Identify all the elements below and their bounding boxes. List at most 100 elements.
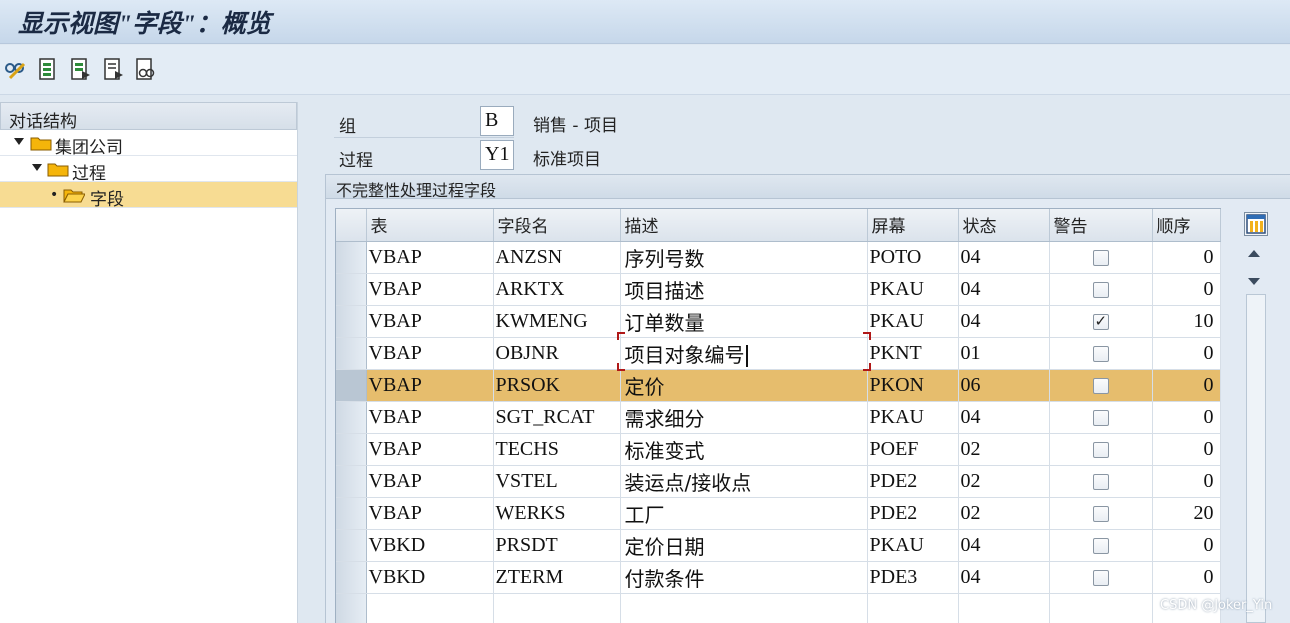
cell-description[interactable]: 装运点/接收点 <box>620 465 868 498</box>
cell-description[interactable]: 项目对象编号 <box>620 337 868 370</box>
cell-description[interactable]: 定价日期 <box>620 529 868 562</box>
cell-table[interactable]: VBAP <box>366 305 494 338</box>
cell-description[interactable]: 标准变式 <box>620 433 868 466</box>
warning-checkbox[interactable] <box>1092 345 1109 362</box>
cell-sequence[interactable]: 0 <box>1152 433 1221 466</box>
row-selector[interactable] <box>336 529 367 562</box>
cell-table[interactable]: VBAP <box>366 369 494 402</box>
row-selector[interactable] <box>336 433 367 466</box>
cell-table[interactable]: VBAP <box>366 401 494 434</box>
row-selector[interactable] <box>336 369 367 402</box>
cell-field-name[interactable]: ZTERM <box>493 561 621 594</box>
cell-status[interactable]: 02 <box>958 433 1050 466</box>
cell-field-name[interactable]: ARKTX <box>493 273 621 306</box>
warning-checkbox[interactable] <box>1092 377 1109 394</box>
glasses-pencil-icon[interactable] <box>4 57 26 81</box>
cell-status[interactable]: 01 <box>958 337 1050 370</box>
cell-sequence[interactable]: 20 <box>1152 497 1221 530</box>
warning-checkbox[interactable] <box>1092 473 1109 490</box>
document-search-icon[interactable] <box>134 57 156 81</box>
row-selector[interactable] <box>336 465 367 498</box>
cell-field-name[interactable]: KWMENG <box>493 305 621 338</box>
empty-table-row[interactable] <box>336 593 1221 623</box>
cell-status[interactable]: 04 <box>958 273 1050 306</box>
cell-screen[interactable]: POTO <box>867 241 959 274</box>
document-list-icon[interactable] <box>102 57 124 81</box>
cell-field-name[interactable]: OBJNR <box>493 337 621 370</box>
cell-table[interactable]: VBKD <box>366 529 494 562</box>
scroll-up-icon[interactable] <box>1248 250 1260 257</box>
cell-field-name[interactable]: VSTEL <box>493 465 621 498</box>
table-row[interactable]: VBKD ZTERM 付款条件 PDE3 04 0 <box>336 561 1221 594</box>
column-header-screen[interactable]: 屏幕 <box>867 209 959 242</box>
tree-item-procedure[interactable]: 过程 <box>0 156 297 184</box>
expand-arrow-icon[interactable] <box>14 138 24 145</box>
cell-status[interactable]: 04 <box>958 241 1050 274</box>
vertical-scrollbar[interactable] <box>1246 294 1266 623</box>
cell-description[interactable]: 订单数量 <box>620 305 868 338</box>
tree-item-group-company[interactable]: 集团公司 <box>0 130 297 158</box>
cell-status[interactable]: 02 <box>958 465 1050 498</box>
row-selector[interactable] <box>336 305 367 338</box>
cell-field-name[interactable]: SGT_RCAT <box>493 401 621 434</box>
column-settings-button[interactable] <box>1244 212 1268 236</box>
row-selector[interactable] <box>336 497 367 530</box>
table-row[interactable]: VBAP ANZSN 序列号数 POTO 04 0 <box>336 241 1221 274</box>
warning-checkbox[interactable] <box>1092 441 1109 458</box>
cell-sequence[interactable]: 0 <box>1152 561 1221 594</box>
cell-status[interactable]: 04 <box>958 305 1050 338</box>
cell-table[interactable]: VBAP <box>366 337 494 370</box>
empty-cell[interactable] <box>1049 593 1153 623</box>
column-header-field-name[interactable]: 字段名 <box>493 209 621 242</box>
cell-screen[interactable]: PDE2 <box>867 497 959 530</box>
cell-table[interactable]: VBAP <box>366 433 494 466</box>
table-row[interactable]: VBKD PRSDT 定价日期 PKAU 04 0 <box>336 529 1221 562</box>
cell-field-name[interactable]: PRSOK <box>493 369 621 402</box>
cell-description[interactable]: 定价 <box>620 369 868 402</box>
table-row[interactable]: VBAP PRSOK 定价 PKON 06 0 <box>336 369 1221 402</box>
row-selector[interactable] <box>336 401 367 434</box>
table-row[interactable]: VBAP OBJNR 项目对象编号 PKNT 01 0 <box>336 337 1221 370</box>
procedure-field[interactable]: Y1 <box>480 140 514 170</box>
column-header-status[interactable]: 状态 <box>958 209 1050 242</box>
warning-checkbox[interactable] <box>1092 409 1109 426</box>
cell-screen[interactable]: POEF <box>867 433 959 466</box>
cell-table[interactable]: VBAP <box>366 273 494 306</box>
table-row[interactable]: VBAP ARKTX 项目描述 PKAU 04 0 <box>336 273 1221 306</box>
column-header-sequence[interactable]: 顺序 <box>1152 209 1221 242</box>
warning-checkbox[interactable] <box>1092 505 1109 522</box>
document-arrow-icon[interactable] <box>69 57 91 81</box>
empty-cell[interactable] <box>958 593 1050 623</box>
cell-screen[interactable]: PKAU <box>867 529 959 562</box>
cell-sequence[interactable]: 0 <box>1152 529 1221 562</box>
column-header-warning[interactable]: 警告 <box>1049 209 1153 242</box>
cell-table[interactable]: VBKD <box>366 561 494 594</box>
cell-table[interactable]: VBAP <box>366 241 494 274</box>
tree-item-fields[interactable]: • 字段 <box>0 182 297 210</box>
warning-checkbox[interactable] <box>1092 249 1109 266</box>
cell-sequence[interactable]: 0 <box>1152 337 1221 370</box>
cell-description[interactable]: 序列号数 <box>620 241 868 274</box>
table-row[interactable]: VBAP SGT_RCAT 需求细分 PKAU 04 0 <box>336 401 1221 434</box>
cell-screen[interactable]: PDE2 <box>867 465 959 498</box>
warning-checkbox[interactable] <box>1092 537 1109 554</box>
cell-sequence[interactable]: 0 <box>1152 273 1221 306</box>
cell-table[interactable]: VBAP <box>366 497 494 530</box>
empty-cell[interactable] <box>366 593 494 623</box>
document-icon[interactable] <box>37 57 59 81</box>
cell-screen[interactable]: PKAU <box>867 305 959 338</box>
warning-checkbox[interactable] <box>1092 281 1109 298</box>
cell-description[interactable]: 工厂 <box>620 497 868 530</box>
row-selector[interactable] <box>336 561 367 594</box>
cell-screen[interactable]: PKAU <box>867 401 959 434</box>
group-field[interactable]: B <box>480 106 514 136</box>
scroll-down-icon[interactable] <box>1248 278 1260 285</box>
cell-table[interactable]: VBAP <box>366 465 494 498</box>
cell-status[interactable]: 04 <box>958 561 1050 594</box>
table-row[interactable]: VBAP TECHS 标准变式 POEF 02 0 <box>336 433 1221 466</box>
empty-cell[interactable] <box>620 593 868 623</box>
warning-checkbox[interactable] <box>1092 312 1109 330</box>
cell-status[interactable]: 06 <box>958 369 1050 402</box>
select-all-cell[interactable] <box>336 209 367 242</box>
cell-sequence[interactable]: 0 <box>1152 465 1221 498</box>
